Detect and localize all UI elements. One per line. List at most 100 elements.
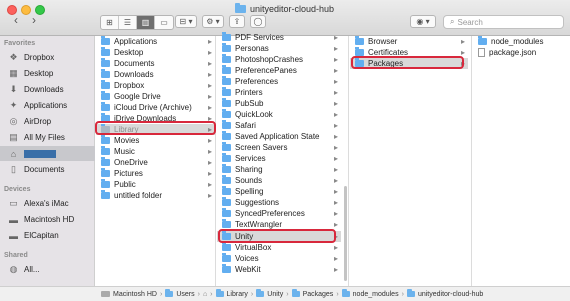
folder-icon	[222, 54, 231, 63]
list-item[interactable]: Personas ▸	[217, 43, 341, 54]
path-item[interactable]: Users	[176, 291, 194, 298]
sidebar-item-label: All...	[24, 265, 40, 274]
window-title: unityeditor-cloud-hub	[235, 3, 334, 14]
sidebar-item-applications[interactable]: ✦ Applications	[0, 98, 95, 113]
list-view-button[interactable]: ☰	[119, 16, 137, 29]
list-item[interactable]: SyncedPreferences ▸	[217, 208, 341, 219]
path-item[interactable]: unityeditor-cloud-hub	[418, 291, 483, 298]
folder-icon	[222, 231, 231, 240]
sidebar-item-home[interactable]: ⌂	[0, 146, 95, 161]
chevron-right-icon: ▸	[460, 48, 465, 57]
list-item[interactable]: VirtualBox ▸	[217, 242, 341, 253]
sidebar-item-dropbox[interactable]: ❖ Dropbox	[0, 50, 95, 65]
list-item[interactable]: package.json	[473, 47, 570, 58]
list-item-selected[interactable]: Unity ▸	[217, 231, 341, 242]
list-item[interactable]: PhotoshopCrashes ▸	[217, 54, 341, 65]
column-scrollbar[interactable]	[344, 186, 347, 281]
action-gear-button[interactable]: ⚙ ▾	[202, 15, 224, 28]
list-item[interactable]: Desktop ▸	[96, 47, 215, 58]
list-item[interactable]: Voices ▸	[217, 253, 341, 264]
list-item[interactable]: PDF Services ▸	[217, 32, 341, 43]
sidebar-item-desktop[interactable]: ▦ Desktop	[0, 66, 95, 81]
list-item[interactable]: Saved Application State ▸	[217, 131, 341, 142]
list-item[interactable]: Pictures ▸	[96, 168, 215, 179]
list-item[interactable]: PreferencePanes ▸	[217, 65, 341, 76]
path-item[interactable]: node_modules	[353, 291, 399, 298]
list-item[interactable]: untitled folder ▸	[96, 190, 215, 201]
list-item[interactable]: Documents ▸	[96, 58, 215, 69]
share-button[interactable]: ⇪	[229, 15, 245, 28]
sidebar-item-label: Downloads	[24, 85, 64, 94]
disk-icon	[101, 291, 110, 297]
forward-button[interactable]: ›	[26, 12, 42, 28]
list-item[interactable]: node_modules	[473, 36, 570, 47]
sidebar-item-shared-all[interactable]: ◍ All...	[0, 262, 95, 277]
chevron-right-icon: ▸	[333, 66, 338, 75]
list-item[interactable]: Suggestions ▸	[217, 197, 341, 208]
list-item[interactable]: Music ▸	[96, 146, 215, 157]
documents-icon: ▯	[11, 164, 16, 174]
sidebar-item-all-my-files[interactable]: ▤ All My Files	[0, 130, 95, 145]
list-item[interactable]: Safari ▸	[217, 120, 341, 131]
back-button[interactable]: ‹	[8, 12, 24, 28]
list-item-selected[interactable]: Packages ▸	[350, 58, 468, 69]
gallery-view-button[interactable]: ▭	[155, 16, 173, 29]
sidebar-item-imac[interactable]: ▭ Alexa's iMac	[0, 196, 95, 211]
folder-icon	[101, 168, 110, 177]
sidebar-item-macintosh-hd[interactable]: ▬ Macintosh HD	[0, 212, 95, 227]
list-item[interactable]: Downloads ▸	[96, 69, 215, 80]
applications-icon: ✦	[9, 100, 18, 110]
arrange-button[interactable]: ◉ ▾	[410, 15, 436, 28]
sidebar-item-airdrop[interactable]: ◎ AirDrop	[0, 114, 95, 129]
group-button[interactable]: ⊟ ▾	[175, 15, 197, 28]
list-item[interactable]: Printers ▸	[217, 87, 341, 98]
folder-icon	[222, 164, 231, 173]
list-item[interactable]: Preferences ▸	[217, 76, 341, 87]
list-item[interactable]: iDrive Downloads ▸	[96, 113, 215, 124]
list-item[interactable]: Services ▸	[217, 153, 341, 164]
chevron-right-icon: ▸	[207, 147, 212, 156]
list-item[interactable]: Screen Savers ▸	[217, 142, 341, 153]
list-item[interactable]: PubSub ▸	[217, 98, 341, 109]
sidebar-item-documents[interactable]: ▯ Documents	[0, 162, 95, 177]
chevron-right-icon: ▸	[333, 265, 338, 274]
chevron-right-icon: ▸	[333, 165, 338, 174]
path-separator-icon: ›	[197, 290, 200, 298]
path-item[interactable]: Packages	[303, 291, 334, 298]
list-item[interactable]: TextWrangler ▸	[217, 219, 341, 230]
list-item[interactable]: Browser ▸	[350, 36, 468, 47]
list-item[interactable]: OneDrive ▸	[96, 157, 215, 168]
list-item[interactable]: WebKit ▸	[217, 264, 341, 275]
icon-view-button[interactable]: ⊞	[101, 16, 119, 29]
chevron-right-icon: ▸	[333, 99, 338, 108]
list-item[interactable]: Movies ▸	[96, 135, 215, 146]
path-item[interactable]: Macintosh HD	[113, 291, 157, 298]
list-item-selected[interactable]: Library ▸	[96, 124, 215, 135]
list-item[interactable]: Certificates ▸	[350, 47, 468, 58]
folder-icon	[235, 3, 246, 13]
column-view-button[interactable]: ▥	[137, 16, 155, 29]
list-item[interactable]: QuickLook ▸	[217, 109, 341, 120]
tags-button[interactable]: ◯	[250, 15, 266, 28]
path-item[interactable]: Unity	[267, 291, 283, 298]
list-item[interactable]: Sharing ▸	[217, 164, 341, 175]
list-item[interactable]: Spelling ▸	[217, 186, 341, 197]
sidebar-item-label: Alexa's iMac	[24, 199, 69, 208]
list-item[interactable]: iCloud Drive (Archive) ▸	[96, 102, 215, 113]
list-item[interactable]: Google Drive ▸	[96, 91, 215, 102]
sidebar-item-downloads[interactable]: ⬇ Downloads	[0, 82, 95, 97]
list-item[interactable]: Sounds ▸	[217, 175, 341, 186]
chevron-right-icon: ▸	[207, 136, 212, 145]
folder-icon	[256, 289, 265, 297]
search-field[interactable]: ⌕	[443, 15, 564, 29]
path-separator-icon: ›	[336, 290, 339, 298]
list-item[interactable]: Applications ▸	[96, 36, 215, 47]
sidebar-item-elcapitan[interactable]: ▬ ElCapitan	[0, 228, 95, 243]
list-item[interactable]: Dropbox ▸	[96, 80, 215, 91]
list-item[interactable]: Public ▸	[96, 179, 215, 190]
folder-icon	[291, 289, 300, 297]
search-input[interactable]	[457, 17, 548, 27]
path-separator-icon: ›	[401, 290, 404, 298]
path-item[interactable]: Library	[227, 291, 248, 298]
chevron-right-icon: ▸	[207, 180, 212, 189]
